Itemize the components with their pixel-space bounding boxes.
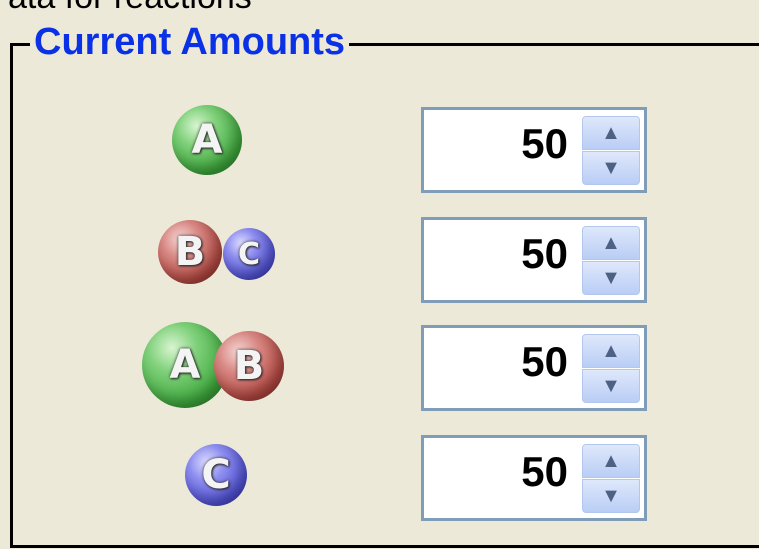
amount-row-a: A 50 ▲ ▼ (0, 105, 759, 195)
spin-up-button[interactable]: ▲ (582, 116, 640, 150)
amount-value[interactable]: 50 (521, 230, 568, 278)
molecule-ab-icon: A B (142, 322, 302, 412)
molecule-a-icon: A (170, 105, 270, 195)
spin-up-button[interactable]: ▲ (582, 334, 640, 368)
atom-b-icon: B (158, 220, 222, 284)
amount-spinner-ab[interactable]: 50 ▲ ▼ (421, 325, 647, 411)
spin-up-button[interactable]: ▲ (582, 226, 640, 260)
amount-spinner-c[interactable]: 50 ▲ ▼ (421, 435, 647, 521)
atom-c-icon: C (223, 228, 275, 280)
atom-c-icon: C (185, 444, 247, 506)
amount-spinner-a[interactable]: 50 ▲ ▼ (421, 107, 647, 193)
chevron-up-icon: ▲ (601, 122, 621, 144)
spin-up-button[interactable]: ▲ (582, 444, 640, 478)
spin-down-button[interactable]: ▼ (582, 479, 640, 513)
spin-down-button[interactable]: ▼ (582, 261, 640, 295)
atom-b-icon: B (214, 331, 284, 401)
molecule-bc-icon: C B (155, 215, 285, 305)
chevron-down-icon: ▼ (601, 375, 621, 397)
chevron-up-icon: ▲ (601, 340, 621, 362)
amount-row-ab: A B 50 ▲ ▼ (0, 322, 759, 412)
spin-down-button[interactable]: ▼ (582, 369, 640, 403)
group-title: Current Amounts (30, 21, 350, 64)
amount-row-c: C 50 ▲ ▼ (0, 435, 759, 528)
amount-row-bc: C B 50 ▲ ▼ (0, 215, 759, 305)
chevron-down-icon: ▼ (601, 157, 621, 179)
amount-spinner-bc[interactable]: 50 ▲ ▼ (421, 217, 647, 303)
chevron-down-icon: ▼ (601, 267, 621, 289)
atom-a-icon: A (172, 105, 242, 175)
chevron-down-icon: ▼ (601, 485, 621, 507)
molecule-c-icon: C (185, 438, 255, 528)
amount-value[interactable]: 50 (521, 338, 568, 386)
chevron-up-icon: ▲ (601, 232, 621, 254)
chevron-up-icon: ▲ (601, 450, 621, 472)
spin-down-button[interactable]: ▼ (582, 151, 640, 185)
amount-value[interactable]: 50 (521, 120, 568, 168)
partial-header-text: ata for reactions (8, 0, 252, 17)
amount-value[interactable]: 50 (521, 448, 568, 496)
